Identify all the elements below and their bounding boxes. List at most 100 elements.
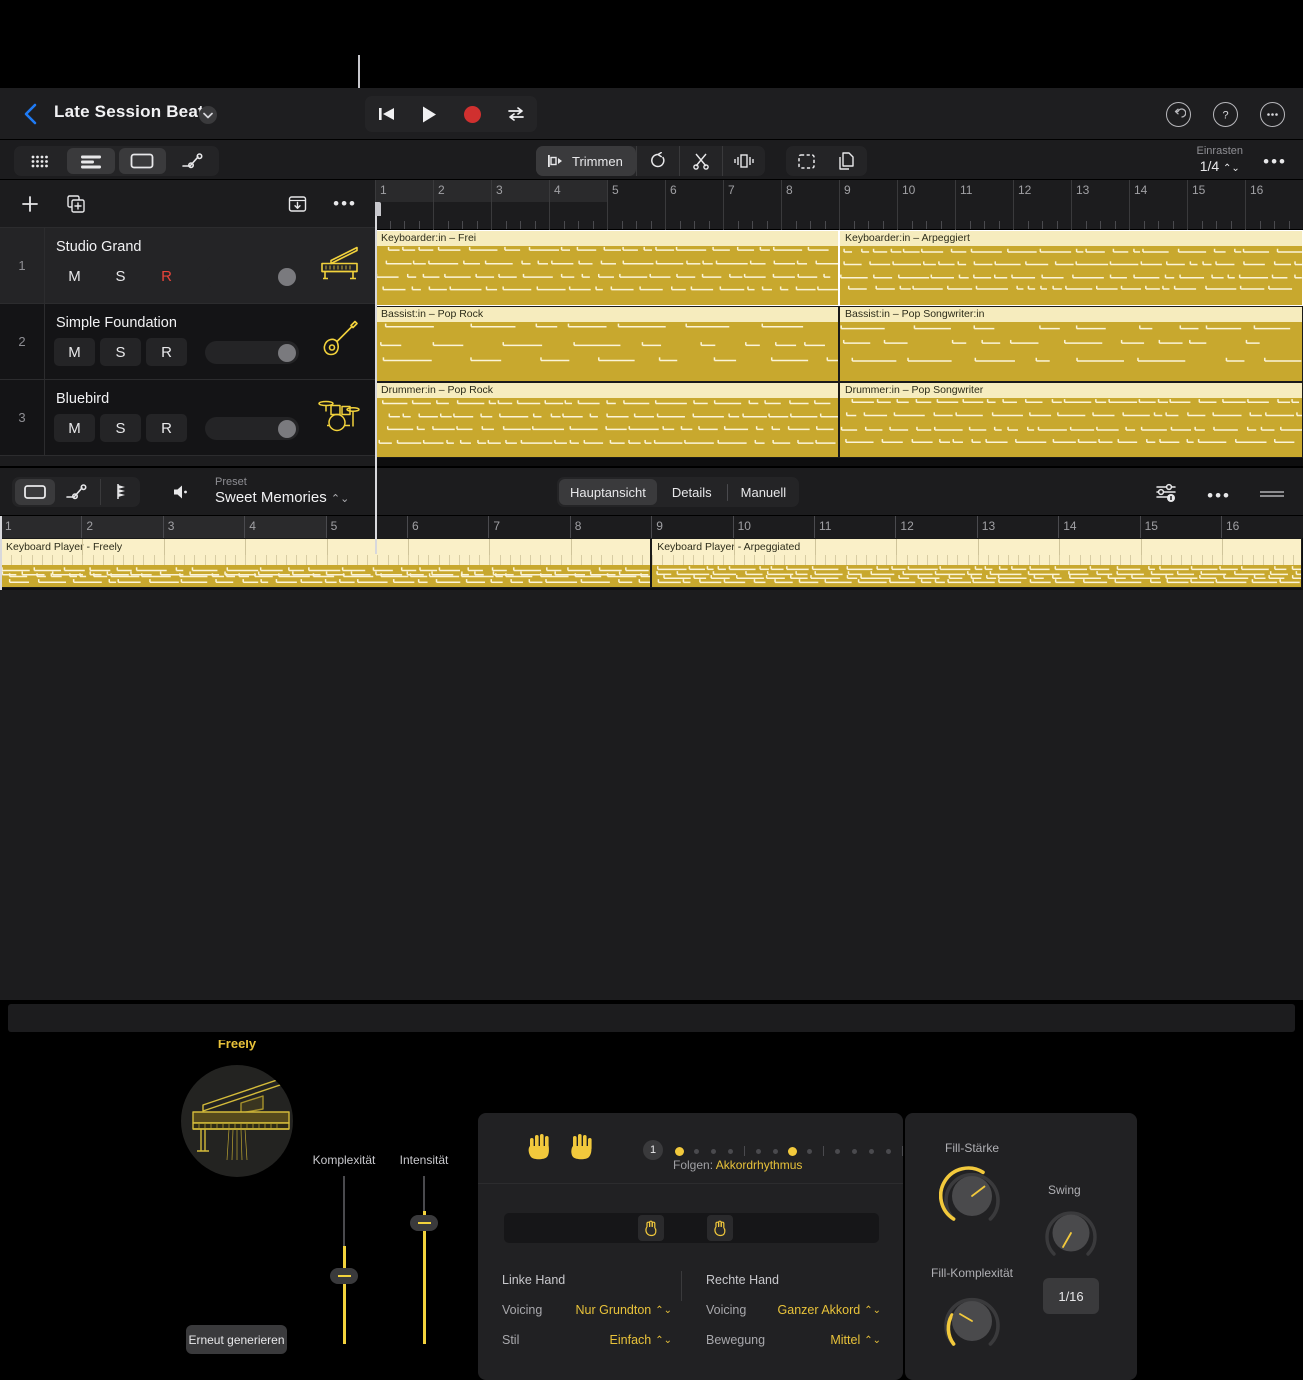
left-hand-voicing-value[interactable]: Nur Grundton ⌃⌄	[576, 1303, 673, 1317]
region[interactable]: Drummer:in – Pop Rock	[375, 382, 839, 458]
snap-more-icon[interactable]: •••	[1263, 152, 1287, 172]
right-hand-movement-value[interactable]: Mittel ⌃⌄	[830, 1333, 881, 1347]
fill-strength-knob[interactable]: Fill-Stärke	[938, 1141, 1005, 1229]
mute-button[interactable]: M	[54, 414, 95, 442]
loop-icon[interactable]	[635, 146, 679, 176]
snap-control[interactable]: Einrasten 1/4 ⌃⌄	[1197, 145, 1243, 174]
left-hand-style-value[interactable]: Einfach ⌃⌄	[610, 1333, 672, 1347]
track-row-1[interactable]: 1 Studio Grand M S R	[0, 228, 375, 304]
region-view-icon[interactable]	[118, 148, 166, 174]
pattern-dot[interactable]	[773, 1148, 778, 1154]
track-more-icon[interactable]: •••	[333, 194, 357, 214]
snap-value[interactable]: 1/4 ⌃⌄	[1197, 158, 1243, 174]
regenerate-button[interactable]: Erneut generieren	[186, 1325, 287, 1354]
solo-button[interactable]: S	[100, 338, 141, 366]
pattern-dot[interactable]	[807, 1148, 812, 1154]
undo-icon[interactable]	[1166, 102, 1191, 127]
hand-right-icon[interactable]	[570, 1133, 596, 1166]
more-icon[interactable]	[1260, 102, 1285, 127]
fill-complexity-knob[interactable]: Fill-Komplexität	[931, 1266, 1013, 1354]
collapse-handle-icon[interactable]	[1259, 487, 1285, 505]
intensity-thumb[interactable]	[410, 1215, 438, 1231]
complexity-thumb[interactable]	[330, 1268, 358, 1284]
pattern-dot[interactable]	[711, 1148, 716, 1154]
pattern-dot[interactable]	[728, 1148, 733, 1154]
copy-icon[interactable]	[826, 146, 866, 176]
tab-details[interactable]: Details	[661, 479, 723, 505]
left-hand-voicing-row[interactable]: Voicing Nur Grundton ⌃⌄	[502, 1303, 672, 1317]
swing-knob[interactable]	[1041, 1203, 1101, 1263]
preset-selector[interactable]: Preset Sweet Memories ⌃⌄	[215, 476, 349, 506]
region[interactable]: Bassist:in – Pop Rock	[375, 306, 839, 382]
tracks-view-icon[interactable]	[67, 148, 115, 174]
pattern-dot[interactable]	[694, 1148, 699, 1154]
playhead[interactable]	[375, 202, 381, 554]
editor-region[interactable]: Keyboard Player - Arpeggiated	[651, 538, 1303, 588]
track-row-2[interactable]: 2 Simple Foundation M S R	[0, 304, 375, 380]
record-enable-button[interactable]: R	[146, 414, 187, 442]
right-hand-voicing-value[interactable]: Ganzer Akkord ⌃⌄	[778, 1303, 881, 1317]
step-division-button[interactable]: 1/16	[1043, 1278, 1099, 1314]
cycle-button[interactable]	[501, 101, 531, 127]
region[interactable]: Keyboarder:in – Arpeggiert	[839, 230, 1303, 306]
mute-button[interactable]: M	[54, 262, 95, 290]
automation-editor-icon[interactable]	[58, 479, 98, 505]
track-row-3[interactable]: 3 Bluebird M S R	[0, 380, 375, 456]
tab-hauptansicht[interactable]: Hauptansicht	[559, 479, 657, 505]
record-enable-button[interactable]: R	[146, 338, 187, 366]
marquee-select-icon[interactable]	[786, 146, 826, 176]
right-hand-movement-row[interactable]: Bewegung Mittel ⌃⌄	[706, 1333, 881, 1347]
record-enable-button[interactable]: R	[146, 262, 187, 290]
region[interactable]: Keyboarder:in – Frei	[375, 230, 839, 306]
pattern-dot[interactable]	[756, 1148, 761, 1154]
pattern-dot[interactable]	[886, 1148, 891, 1154]
play-button[interactable]	[415, 101, 445, 127]
score-editor-icon[interactable]	[100, 479, 140, 505]
region[interactable]: Drummer:in – Pop Songwriter	[839, 382, 1303, 458]
timeline-ruler[interactable]: 1 2 3 4 5 6 7 8 9 10 11 12 13 14 15 16	[375, 180, 1303, 230]
trim-tool-button[interactable]: Trimmen	[536, 146, 636, 176]
editor-timeline[interactable]: 1 2 3 4 5 6 7 8 9 10 11 12 13 14 15 16 Keyboard Player …	[0, 516, 1303, 590]
track-volume-slider[interactable]	[205, 417, 299, 440]
record-button[interactable]	[458, 101, 488, 127]
import-icon[interactable]	[288, 195, 307, 213]
region-editor-icon[interactable]	[15, 479, 55, 505]
chevron-down-icon[interactable]	[199, 106, 217, 124]
mute-button[interactable]: M	[54, 338, 95, 366]
follow-setting[interactable]: Folgen: Akkordrhythmus	[673, 1158, 802, 1172]
track-volume-slider[interactable]	[205, 265, 299, 288]
pattern-dot[interactable]	[869, 1148, 874, 1154]
add-track-icon[interactable]	[20, 194, 40, 214]
solo-button[interactable]: S	[100, 262, 141, 290]
editor-playhead[interactable]	[0, 516, 2, 590]
track-volume-slider[interactable]	[205, 341, 299, 364]
hand-pick-right-icon[interactable]	[707, 1215, 733, 1241]
complexity-slider[interactable]: Komplexität	[313, 1153, 375, 1344]
grid-view-icon[interactable]	[16, 148, 63, 174]
region[interactable]: Bassist:in – Pop Songwriter:in	[839, 306, 1303, 382]
chevron-left-icon[interactable]	[18, 101, 44, 127]
speaker-icon[interactable]	[172, 483, 194, 506]
help-icon[interactable]: ?	[1213, 102, 1238, 127]
hand-pick-left-icon[interactable]	[638, 1215, 664, 1241]
mixer-controls-icon[interactable]	[1155, 482, 1179, 509]
solo-button[interactable]: S	[100, 414, 141, 442]
preset-value[interactable]: Sweet Memories ⌃⌄	[215, 489, 349, 506]
editor-region[interactable]: Keyboard Player - Freely	[0, 538, 652, 588]
pattern-bar[interactable]	[504, 1213, 879, 1243]
rewind-button[interactable]	[372, 101, 402, 127]
pattern-dot[interactable]	[675, 1146, 684, 1156]
pattern-dot[interactable]	[852, 1148, 857, 1154]
tab-manuell[interactable]: Manuell	[730, 479, 798, 505]
hand-left-icon[interactable]	[527, 1133, 553, 1166]
automation-view-icon[interactable]	[170, 148, 217, 174]
intensity-slider[interactable]: Intensität	[400, 1153, 448, 1344]
pattern-step-badge[interactable]: 1	[643, 1140, 663, 1160]
pattern-dot[interactable]	[835, 1148, 840, 1154]
editor-ruler[interactable]: 1 2 3 4 5 6 7 8 9 10 11 12 13 14 15 16	[0, 516, 1303, 538]
split-icon[interactable]	[721, 146, 765, 176]
scissors-icon[interactable]	[678, 146, 722, 176]
pattern-dot[interactable]	[788, 1146, 797, 1156]
grand-piano-illustration[interactable]	[181, 1065, 293, 1177]
editor-more-icon[interactable]: •••	[1207, 486, 1231, 506]
